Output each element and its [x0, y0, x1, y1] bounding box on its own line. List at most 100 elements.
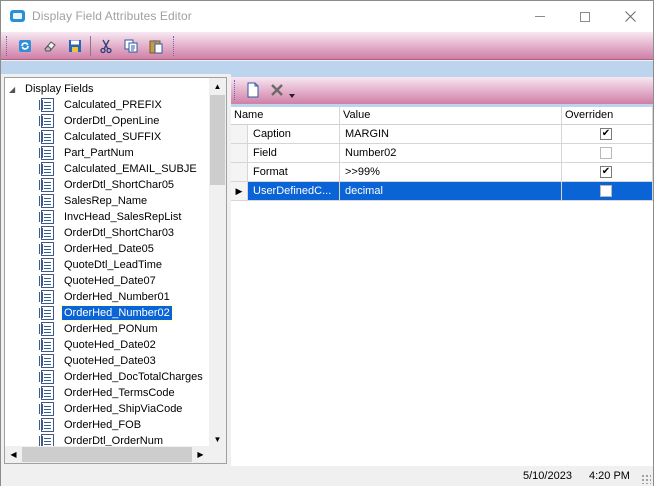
scroll-right-icon[interactable]: ▶	[192, 446, 209, 463]
cut-icon	[100, 39, 112, 54]
field-document-icon	[39, 386, 54, 400]
copy-button[interactable]	[121, 36, 141, 56]
tree-item[interactable]: OrderHed_PONum	[39, 321, 160, 337]
tree-item[interactable]: QuoteHed_Date02	[39, 337, 158, 353]
tree-item[interactable]: Calculated_PREFIX	[39, 97, 164, 113]
cell-value[interactable]: >>99%	[340, 163, 562, 182]
collapse-icon[interactable]: ◢	[9, 85, 19, 94]
tree-item[interactable]: Calculated_EMAIL_SUBJE	[39, 161, 199, 177]
tree-item[interactable]: SalesRep_Name	[39, 193, 149, 209]
field-document-icon	[39, 338, 54, 352]
overriden-checkbox[interactable]: ✔	[600, 166, 612, 178]
hscroll-thumb[interactable]	[22, 447, 192, 462]
field-document-icon	[39, 194, 54, 208]
overriden-checkbox[interactable]	[600, 185, 612, 197]
cell-value[interactable]: decimal	[340, 182, 562, 201]
cell-name[interactable]: UserDefinedC...	[248, 182, 340, 201]
tree-item[interactable]: OrderHed_Date05	[39, 241, 156, 257]
tree-item[interactable]: QuoteDtl_LeadTime	[39, 257, 164, 273]
refresh-icon	[19, 40, 31, 52]
cell-overriden[interactable]	[562, 182, 653, 201]
grid-row[interactable]: ▶ UserDefinedC... decimal	[231, 182, 653, 201]
clear-button[interactable]	[40, 36, 60, 56]
tree-item-label: Calculated_PREFIX	[64, 99, 162, 111]
grid-row[interactable]: Field Number02	[231, 144, 653, 163]
tree-item[interactable]: OrderHed_Number01	[39, 289, 172, 305]
tree-item[interactable]: OrderDtl_ShortChar05	[39, 177, 176, 193]
tree-item[interactable]: OrderHed_TermsCode	[39, 385, 177, 401]
tree-root[interactable]: ◢ Display Fields	[9, 82, 93, 96]
field-document-icon	[39, 130, 54, 144]
tree-item-label: Calculated_EMAIL_SUBJE	[64, 163, 197, 175]
delete-dropdown[interactable]	[287, 86, 297, 106]
attributes-panel: Name Value Overriden Caption MARGIN ✔ Field…	[231, 74, 653, 466]
tree-item[interactable]: OrderHed_Number02	[39, 305, 173, 321]
tree-item-label: QuoteHed_Date07	[64, 275, 156, 287]
tree-item[interactable]: QuoteHed_Date03	[39, 353, 158, 369]
tree-item[interactable]: OrderDtl_OpenLine	[39, 113, 161, 129]
cell-overriden[interactable]: ✔	[562, 125, 653, 144]
column-header-overriden[interactable]: Overriden	[562, 107, 653, 125]
cell-value[interactable]: Number02	[340, 144, 562, 163]
cell-name[interactable]: Caption	[248, 125, 340, 144]
field-document-icon	[39, 306, 54, 320]
tree-item-label: OrderDtl_OpenLine	[64, 115, 160, 127]
row-selector[interactable]	[231, 125, 248, 144]
cut-button[interactable]	[96, 36, 116, 56]
tree-item-label: SalesRep_Name	[64, 195, 148, 207]
tree-vertical-scrollbar[interactable]: ▲ ▼	[209, 78, 226, 448]
resize-grip[interactable]	[641, 474, 651, 484]
close-button[interactable]	[607, 1, 653, 32]
maximize-button[interactable]	[562, 1, 608, 32]
tree-item[interactable]: OrderHed_ShipViaCode	[39, 401, 184, 417]
tree-item[interactable]: QuoteHed_Date07	[39, 273, 158, 289]
column-header-name[interactable]: Name	[231, 107, 340, 125]
grid-header: Name Value Overriden	[231, 107, 653, 125]
cell-overriden[interactable]	[562, 144, 653, 163]
delete-icon	[271, 84, 283, 96]
tree-item[interactable]: Calculated_SUFFIX	[39, 129, 163, 145]
row-selector[interactable]: ▶	[231, 182, 248, 201]
window-title: Display Field Attributes Editor	[32, 9, 192, 23]
grid-row[interactable]: Format >>99% ✔	[231, 163, 653, 182]
tree-item[interactable]: OrderHed_DocTotalCharges	[39, 369, 205, 385]
tree-horizontal-scrollbar[interactable]: ◀ ▶	[5, 446, 226, 463]
display-fields-tree[interactable]: ◢ Display Fields Calculated_PREFIX OrderD…	[4, 77, 227, 464]
grid-row[interactable]: Caption MARGIN ✔	[231, 125, 653, 144]
scroll-up-icon[interactable]: ▲	[209, 78, 226, 95]
field-document-icon	[39, 98, 54, 112]
cell-value[interactable]: MARGIN	[340, 125, 562, 144]
save-button[interactable]	[65, 36, 85, 56]
tree-item-label: OrderHed_PONum	[64, 323, 158, 335]
scroll-left-icon[interactable]: ◀	[5, 446, 22, 463]
minimize-button[interactable]	[517, 1, 563, 32]
toolbar-grip[interactable]	[6, 36, 8, 56]
tree-item-label: OrderHed_ShipViaCode	[64, 403, 183, 415]
close-icon	[624, 11, 636, 22]
scroll-thumb[interactable]	[210, 95, 225, 185]
delete-button[interactable]	[267, 80, 287, 100]
main-toolbar	[1, 32, 653, 60]
cell-name[interactable]: Field	[248, 144, 340, 163]
attributes-grid[interactable]: Name Value Overriden Caption MARGIN ✔ Field…	[231, 107, 653, 466]
row-selector[interactable]	[231, 144, 248, 163]
paste-button[interactable]	[146, 36, 166, 56]
overriden-checkbox[interactable]	[600, 147, 612, 159]
grid-toolbar-grip[interactable]	[234, 80, 236, 100]
tree-item-label: Calculated_SUFFIX	[64, 131, 162, 143]
refresh-button[interactable]	[15, 36, 35, 56]
tree-item[interactable]: Part_PartNum	[39, 145, 136, 161]
status-date: 5/10/2023	[523, 470, 572, 482]
cell-overriden[interactable]: ✔	[562, 163, 653, 182]
cell-name[interactable]: Format	[248, 163, 340, 182]
new-button[interactable]	[243, 80, 263, 100]
tree-item[interactable]: OrderHed_FOB	[39, 417, 143, 433]
tree-item[interactable]: OrderDtl_ShortChar03	[39, 225, 176, 241]
overriden-checkbox[interactable]: ✔	[600, 128, 612, 140]
field-document-icon	[39, 258, 54, 272]
field-document-icon	[39, 354, 54, 368]
row-selector[interactable]	[231, 163, 248, 182]
column-header-value[interactable]: Value	[340, 107, 562, 125]
tree-item[interactable]: InvcHead_SalesRepList	[39, 209, 183, 225]
new-document-icon	[247, 82, 259, 98]
